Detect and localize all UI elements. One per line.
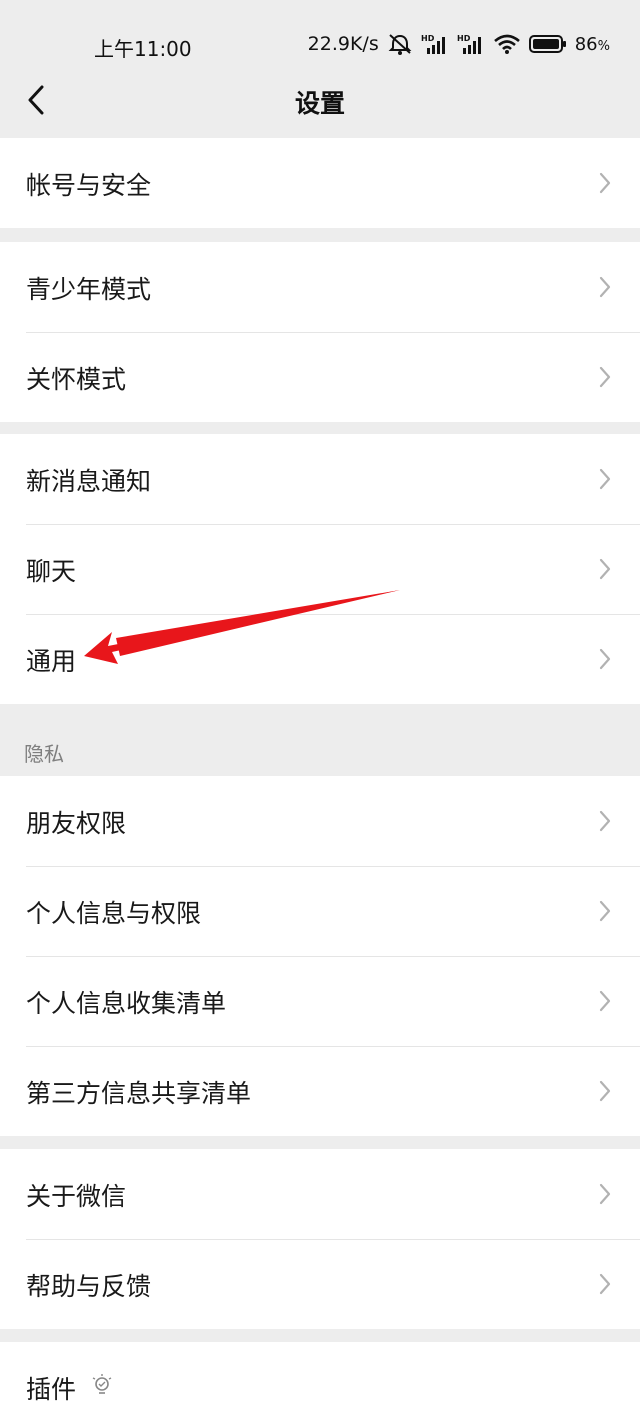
settings-item-plugins[interactable]: 插件 <box>0 1342 640 1422</box>
section-header-privacy: 隐私 <box>24 742 64 766</box>
chevron-right-icon <box>599 648 611 670</box>
settings-item-label: 青少年模式 <box>26 275 152 304</box>
settings-item-label: 帐号与安全 <box>26 171 152 200</box>
settings-item-label: 个人信息收集清单 <box>26 989 227 1018</box>
status-indicators: 22.9K/s HD HD 86% <box>308 30 610 58</box>
settings-item-help-feedback[interactable]: 帮助与反馈 <box>0 1239 640 1329</box>
battery-percent: 86% <box>574 33 610 55</box>
chevron-right-icon <box>599 276 611 298</box>
settings-group-account: 帐号与安全 <box>0 138 640 228</box>
settings-item-care-mode[interactable]: 关怀模式 <box>0 332 640 422</box>
chevron-right-icon <box>599 1273 611 1295</box>
chevron-right-icon <box>599 810 611 832</box>
chevron-right-icon <box>599 990 611 1012</box>
alarm-off-icon <box>387 32 413 56</box>
svg-text:HD: HD <box>457 34 471 43</box>
settings-item-account-security[interactable]: 帐号与安全 <box>0 138 640 228</box>
settings-item-general[interactable]: 通用 <box>0 614 640 704</box>
settings-item-friend-permissions[interactable]: 朋友权限 <box>0 776 640 866</box>
settings-item-label: 帮助与反馈 <box>26 1272 152 1301</box>
wifi-icon <box>493 33 521 55</box>
chevron-right-icon <box>599 558 611 580</box>
settings-group-privacy: 朋友权限 个人信息与权限 个人信息收集清单 第三方信息共享清单 <box>0 776 640 1136</box>
settings-item-teen-mode[interactable]: 青少年模式 <box>0 242 640 332</box>
settings-item-label: 个人信息与权限 <box>26 899 202 928</box>
battery-icon <box>528 34 567 54</box>
settings-item-third-party-sharing[interactable]: 第三方信息共享清单 <box>0 1046 640 1136</box>
settings-group-plugins: 插件 <box>0 1342 640 1422</box>
status-time: 上午11:00 <box>94 37 192 61</box>
svg-text:HD: HD <box>421 34 435 43</box>
chevron-right-icon <box>599 1183 611 1205</box>
settings-item-about-wechat[interactable]: 关于微信 <box>0 1149 640 1239</box>
settings-item-personal-info-permissions[interactable]: 个人信息与权限 <box>0 866 640 956</box>
nav-bar: 设置 <box>0 68 640 136</box>
chevron-right-icon <box>599 366 611 388</box>
settings-item-new-message-notification[interactable]: 新消息通知 <box>0 434 640 524</box>
settings-group-modes: 青少年模式 关怀模式 <box>0 242 640 422</box>
lightbulb-icon <box>92 1374 112 1394</box>
settings-item-label: 第三方信息共享清单 <box>26 1079 252 1108</box>
chevron-right-icon <box>599 900 611 922</box>
signal-hd-icon: HD <box>457 33 485 55</box>
settings-item-label: 关怀模式 <box>26 365 127 394</box>
chevron-right-icon <box>599 468 611 490</box>
network-speed: 22.9K/s <box>307 33 379 55</box>
settings-item-personal-info-collection[interactable]: 个人信息收集清单 <box>0 956 640 1046</box>
settings-group-about: 关于微信 帮助与反馈 <box>0 1149 640 1329</box>
page-title: 设置 <box>294 89 345 118</box>
chevron-right-icon <box>599 172 611 194</box>
settings-item-label: 新消息通知 <box>26 467 152 496</box>
settings-item-label: 通用 <box>26 647 77 676</box>
signal-hd-icon: HD <box>421 33 449 55</box>
settings-group-general: 新消息通知 聊天 通用 <box>0 434 640 704</box>
chevron-right-icon <box>599 1080 611 1102</box>
settings-item-chat[interactable]: 聊天 <box>0 524 640 614</box>
settings-item-label: 聊天 <box>26 557 77 586</box>
settings-item-label: 朋友权限 <box>26 809 127 838</box>
settings-item-label: 关于微信 <box>26 1182 127 1211</box>
settings-item-label: 插件 <box>26 1375 77 1404</box>
